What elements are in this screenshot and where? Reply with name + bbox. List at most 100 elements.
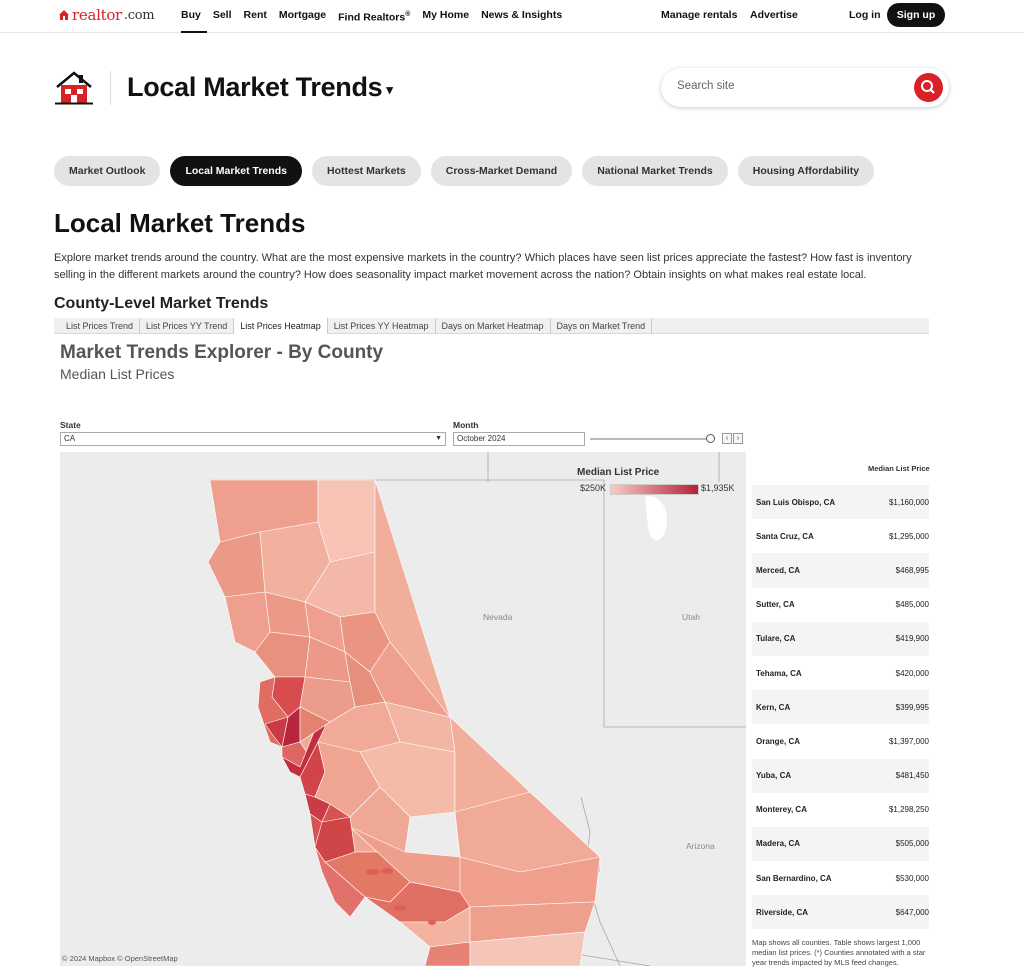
table-row[interactable]: Yuba, CA $481,450 [752, 758, 929, 793]
map-credit[interactable]: © 2024 Mapbox © OpenStreetMap [62, 954, 178, 963]
section-description: Explore market trends around the country… [54, 252, 912, 281]
median-list-price: $1,397,000 [888, 736, 929, 746]
county-name: Riverside, CA [756, 907, 809, 917]
map-label-utah: Utah [682, 612, 700, 622]
search-button[interactable] [914, 73, 943, 102]
logo-suffix: .com [123, 7, 155, 23]
nav-find-realtors-label: Find Realtors [338, 11, 406, 24]
county-name: Merced, CA [756, 565, 801, 575]
section-title: Local Market Trends [54, 208, 306, 238]
page-heading-text: Local Market Trends [127, 72, 383, 102]
previous-month-button[interactable]: ‹ [722, 433, 732, 444]
tab-hottest-markets[interactable]: Hottest Markets [311, 156, 421, 186]
search-icon [921, 80, 935, 94]
legend-min: $250K [580, 483, 607, 493]
table-row[interactable]: Riverside, CA $647,000 [752, 895, 929, 930]
median-list-price: $530,000 [895, 873, 929, 883]
table-row[interactable]: Tehama, CA $420,000 [752, 656, 929, 690]
section-tabs: Market Outlook Local Market Trends Hotte… [54, 156, 875, 186]
median-list-price: $1,160,000 [888, 497, 929, 507]
tab-local-market-trends[interactable]: Local Market Trends [170, 156, 302, 186]
table-note: Map shows all counties. Table shows larg… [752, 938, 926, 967]
tab-cross-market-demand[interactable]: Cross-Market Demand [430, 156, 573, 186]
nav-my-home[interactable]: My Home [416, 0, 475, 33]
median-list-price: $420,000 [895, 668, 929, 678]
nav-news-insights[interactable]: News & Insights [475, 0, 568, 33]
table-row[interactable]: Merced, CA $468,995 [752, 553, 929, 588]
nav-find-realtors[interactable]: Find Realtors® [332, 0, 416, 33]
table-row[interactable]: Tulare, CA $419,900 [752, 621, 929, 656]
map-label-arizona: Arizona [686, 841, 715, 851]
county-name: Sutter, CA [756, 600, 795, 610]
viz-tab-days-on-market-trend[interactable]: Days on Market Trend [551, 318, 653, 334]
nav-manage-rentals[interactable]: Manage rentals [661, 0, 737, 33]
legend-max: $1,935K [701, 483, 735, 493]
legend-color-bar [610, 484, 699, 495]
month-select-value: October 2024 [457, 434, 506, 443]
county-name: Monterey, CA [756, 805, 807, 815]
median-list-price: $505,000 [895, 839, 929, 849]
nav-mortgage[interactable]: Mortgage [273, 0, 332, 33]
median-list-price: $468,995 [895, 565, 929, 575]
viz-tab-days-on-market-heatmap[interactable]: Days on Market Heatmap [436, 318, 551, 334]
login-link[interactable]: Log in [849, 0, 881, 33]
tab-national-market-trends[interactable]: National Market Trends [582, 156, 728, 186]
county-name: San Luis Obispo, CA [756, 497, 836, 507]
nav-sell[interactable]: Sell [207, 0, 238, 33]
county-name: San Bernardino, CA [756, 873, 832, 883]
median-list-price: $647,000 [895, 907, 929, 917]
logo-house-icon [59, 10, 69, 20]
month-select[interactable]: October 2024 [453, 432, 585, 446]
month-filter-label: Month [453, 420, 479, 430]
realtor-logo[interactable]: realtor .com [58, 6, 155, 24]
table-row[interactable]: Orange, CA $1,397,000 [752, 724, 929, 758]
search-box[interactable]: Search site [661, 68, 949, 107]
table-header: Median List Price [868, 464, 930, 473]
median-list-price: $485,000 [895, 600, 929, 610]
median-list-price: $1,295,000 [888, 531, 929, 541]
nav-buy[interactable]: Buy [181, 0, 207, 33]
signup-button[interactable]: Sign up [887, 3, 945, 27]
header-divider [110, 71, 111, 105]
month-slider-handle[interactable] [706, 434, 715, 443]
map-label-nevada: Nevada [483, 612, 513, 622]
page-heading[interactable]: Local Market Trends ▾ [127, 72, 393, 103]
state-select[interactable]: CA ▼ [60, 432, 446, 446]
county-name: Kern, CA [756, 702, 791, 712]
table-row[interactable]: Santa Cruz, CA $1,295,000 [752, 519, 929, 553]
table-row[interactable]: San Bernardino, CA $530,000 [752, 861, 929, 895]
main-nav: Buy Sell Rent Mortgage Find Realtors® My… [181, 0, 568, 33]
table-row[interactable]: Madera, CA $505,000 [752, 826, 929, 862]
house-icon [55, 71, 93, 105]
table-row[interactable]: San Luis Obispo, CA $1,160,000 [752, 485, 929, 520]
price-table: San Luis Obispo, CA $1,160,000 Santa Cruz,… [752, 485, 929, 930]
next-month-button[interactable]: › [733, 433, 743, 444]
viz-tab-list-prices-yy-trend[interactable]: List Prices YY Trend [140, 318, 235, 334]
tab-market-outlook[interactable]: Market Outlook [54, 156, 161, 186]
viz-title: Market Trends Explorer - By County [60, 342, 384, 363]
tab-housing-affordability[interactable]: Housing Affordability [737, 156, 875, 186]
table-row[interactable]: Kern, CA $399,995 [752, 690, 929, 725]
table-row[interactable]: Monterey, CA $1,298,250 [752, 793, 929, 827]
month-slider-track[interactable] [590, 438, 714, 440]
table-row[interactable]: Sutter, CA $485,000 [752, 588, 929, 622]
viz-tabs: List Prices Trend List Prices YY Trend L… [54, 318, 929, 334]
viz-tab-list-prices-heatmap[interactable]: List Prices Heatmap [234, 318, 328, 334]
state-filter-label: State [60, 420, 81, 430]
nav-advertise[interactable]: Advertise [750, 0, 798, 33]
nav-rent[interactable]: Rent [238, 0, 273, 33]
registered-mark: ® [405, 11, 411, 18]
county-map[interactable]: Nevada Utah Arizona [60, 452, 746, 966]
search-input[interactable]: Search site [677, 80, 735, 92]
county-name: Tulare, CA [756, 634, 796, 644]
dropdown-arrow-icon: ▼ [435, 435, 442, 442]
county-name: Madera, CA [756, 839, 801, 849]
top-nav: realtor .com Buy Sell Rent Mortgage Find … [0, 0, 1024, 33]
viz-tab-list-prices-yy-heatmap[interactable]: List Prices YY Heatmap [328, 318, 436, 334]
median-list-price: $1,298,250 [888, 805, 929, 815]
median-list-price: $399,995 [895, 702, 929, 712]
caret-down-icon: ▾ [386, 81, 393, 97]
viz-tab-list-prices-trend[interactable]: List Prices Trend [54, 318, 141, 334]
section-subtitle: County-Level Market Trends [54, 295, 269, 312]
median-list-price: $419,900 [895, 634, 929, 644]
